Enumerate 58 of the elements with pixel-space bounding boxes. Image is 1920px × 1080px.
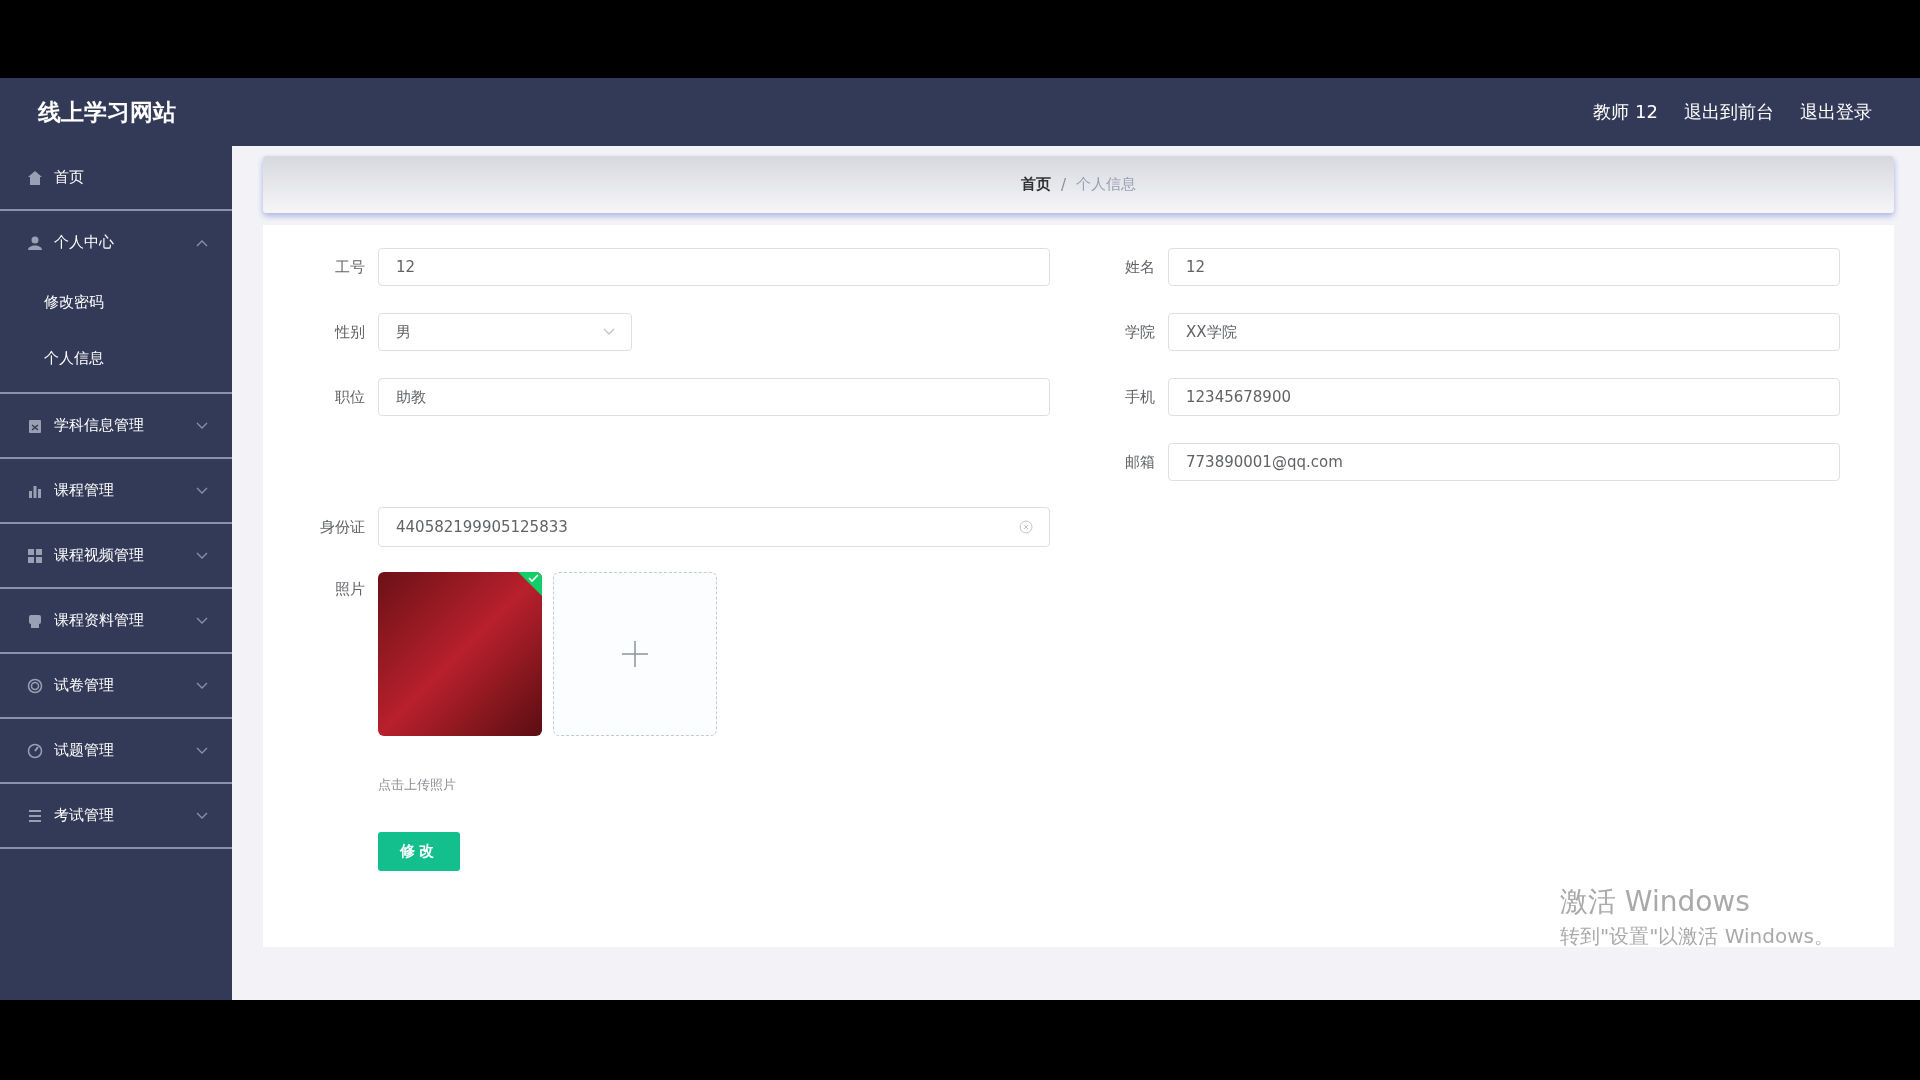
chevron-down-icon bbox=[196, 746, 208, 755]
submenu-item[interactable]: 个人信息 bbox=[0, 330, 232, 386]
header-link[interactable]: 退出到前台 bbox=[1684, 100, 1774, 124]
sidebar-item[interactable]: 个人中心 bbox=[0, 211, 232, 274]
field-label: 工号 bbox=[334, 257, 366, 277]
chevron-down-icon bbox=[196, 811, 208, 820]
chevron-down-icon bbox=[196, 681, 208, 690]
user-name: 教师 12 bbox=[1593, 100, 1658, 124]
plus-icon bbox=[622, 641, 648, 667]
field-label: 照片 bbox=[334, 579, 366, 600]
menu-icon bbox=[27, 612, 43, 629]
chevron-up-icon bbox=[196, 238, 208, 247]
breadcrumb-item[interactable]: 首页 bbox=[1020, 175, 1051, 194]
chevron-down-icon bbox=[603, 328, 615, 336]
upload-hint: 点击上传照片 bbox=[378, 776, 456, 794]
submenu-item[interactable]: 修改密码 bbox=[0, 274, 232, 330]
input-field[interactable]: 773890001@qq.com bbox=[1168, 443, 1840, 481]
chevron-down-icon bbox=[196, 616, 208, 625]
menu-icon bbox=[27, 169, 43, 186]
menu-icon bbox=[27, 417, 43, 434]
sidebar-item[interactable]: 课程视频管理 bbox=[0, 524, 232, 589]
input-field[interactable]: 12345678900 bbox=[1168, 378, 1840, 416]
input-field[interactable]: 12 bbox=[1168, 248, 1840, 286]
field-label: 姓名 bbox=[1124, 257, 1156, 277]
field-label: 职位 bbox=[334, 387, 366, 407]
field-label: 手机 bbox=[1124, 387, 1156, 407]
field-label: 性别 bbox=[333, 322, 366, 342]
field-label: 身份证 bbox=[319, 517, 366, 537]
site-title: 线上学习网站 bbox=[38, 97, 177, 127]
sidebar-item[interactable]: 课程管理 bbox=[0, 459, 232, 524]
chevron-down-icon bbox=[196, 421, 208, 430]
chevron-down-icon bbox=[196, 486, 208, 495]
menu-icon bbox=[27, 677, 43, 694]
menu-icon bbox=[27, 234, 43, 251]
menu-icon bbox=[27, 742, 43, 759]
chevron-down-icon bbox=[196, 551, 208, 560]
input-field[interactable]: 12 bbox=[378, 248, 1050, 286]
field-label: 邮箱 bbox=[1124, 452, 1156, 472]
activation-text: 转到"设置"以激活 Windows。 bbox=[1559, 923, 1834, 950]
input-field[interactable]: XX学院 bbox=[1168, 313, 1840, 351]
input-field[interactable]: 助教 bbox=[378, 378, 1050, 416]
menu-icon bbox=[27, 807, 43, 824]
sidebar-item[interactable]: 学科信息管理 bbox=[0, 394, 232, 459]
sidebar-item[interactable]: 首页 bbox=[0, 146, 232, 211]
field-label: 学院 bbox=[1124, 322, 1156, 342]
gender-select[interactable]: 男 bbox=[378, 313, 632, 351]
sidebar-item[interactable]: 试卷管理 bbox=[0, 654, 232, 719]
header-link[interactable]: 退出登录 bbox=[1800, 100, 1872, 124]
sidebar-item[interactable]: 考试管理 bbox=[0, 784, 232, 849]
breadcrumb-separator: / bbox=[1060, 175, 1067, 194]
activation-title: 激活 Windows bbox=[1559, 884, 1751, 920]
upload-box[interactable] bbox=[553, 572, 717, 736]
sidebar-item[interactable]: 课程资料管理 bbox=[0, 589, 232, 654]
input-field[interactable]: 440582199905125833 bbox=[378, 507, 1050, 547]
check-icon bbox=[518, 572, 542, 596]
menu-icon bbox=[27, 547, 43, 564]
clear-icon[interactable] bbox=[1019, 520, 1033, 534]
sidebar-item[interactable]: 试题管理 bbox=[0, 719, 232, 784]
